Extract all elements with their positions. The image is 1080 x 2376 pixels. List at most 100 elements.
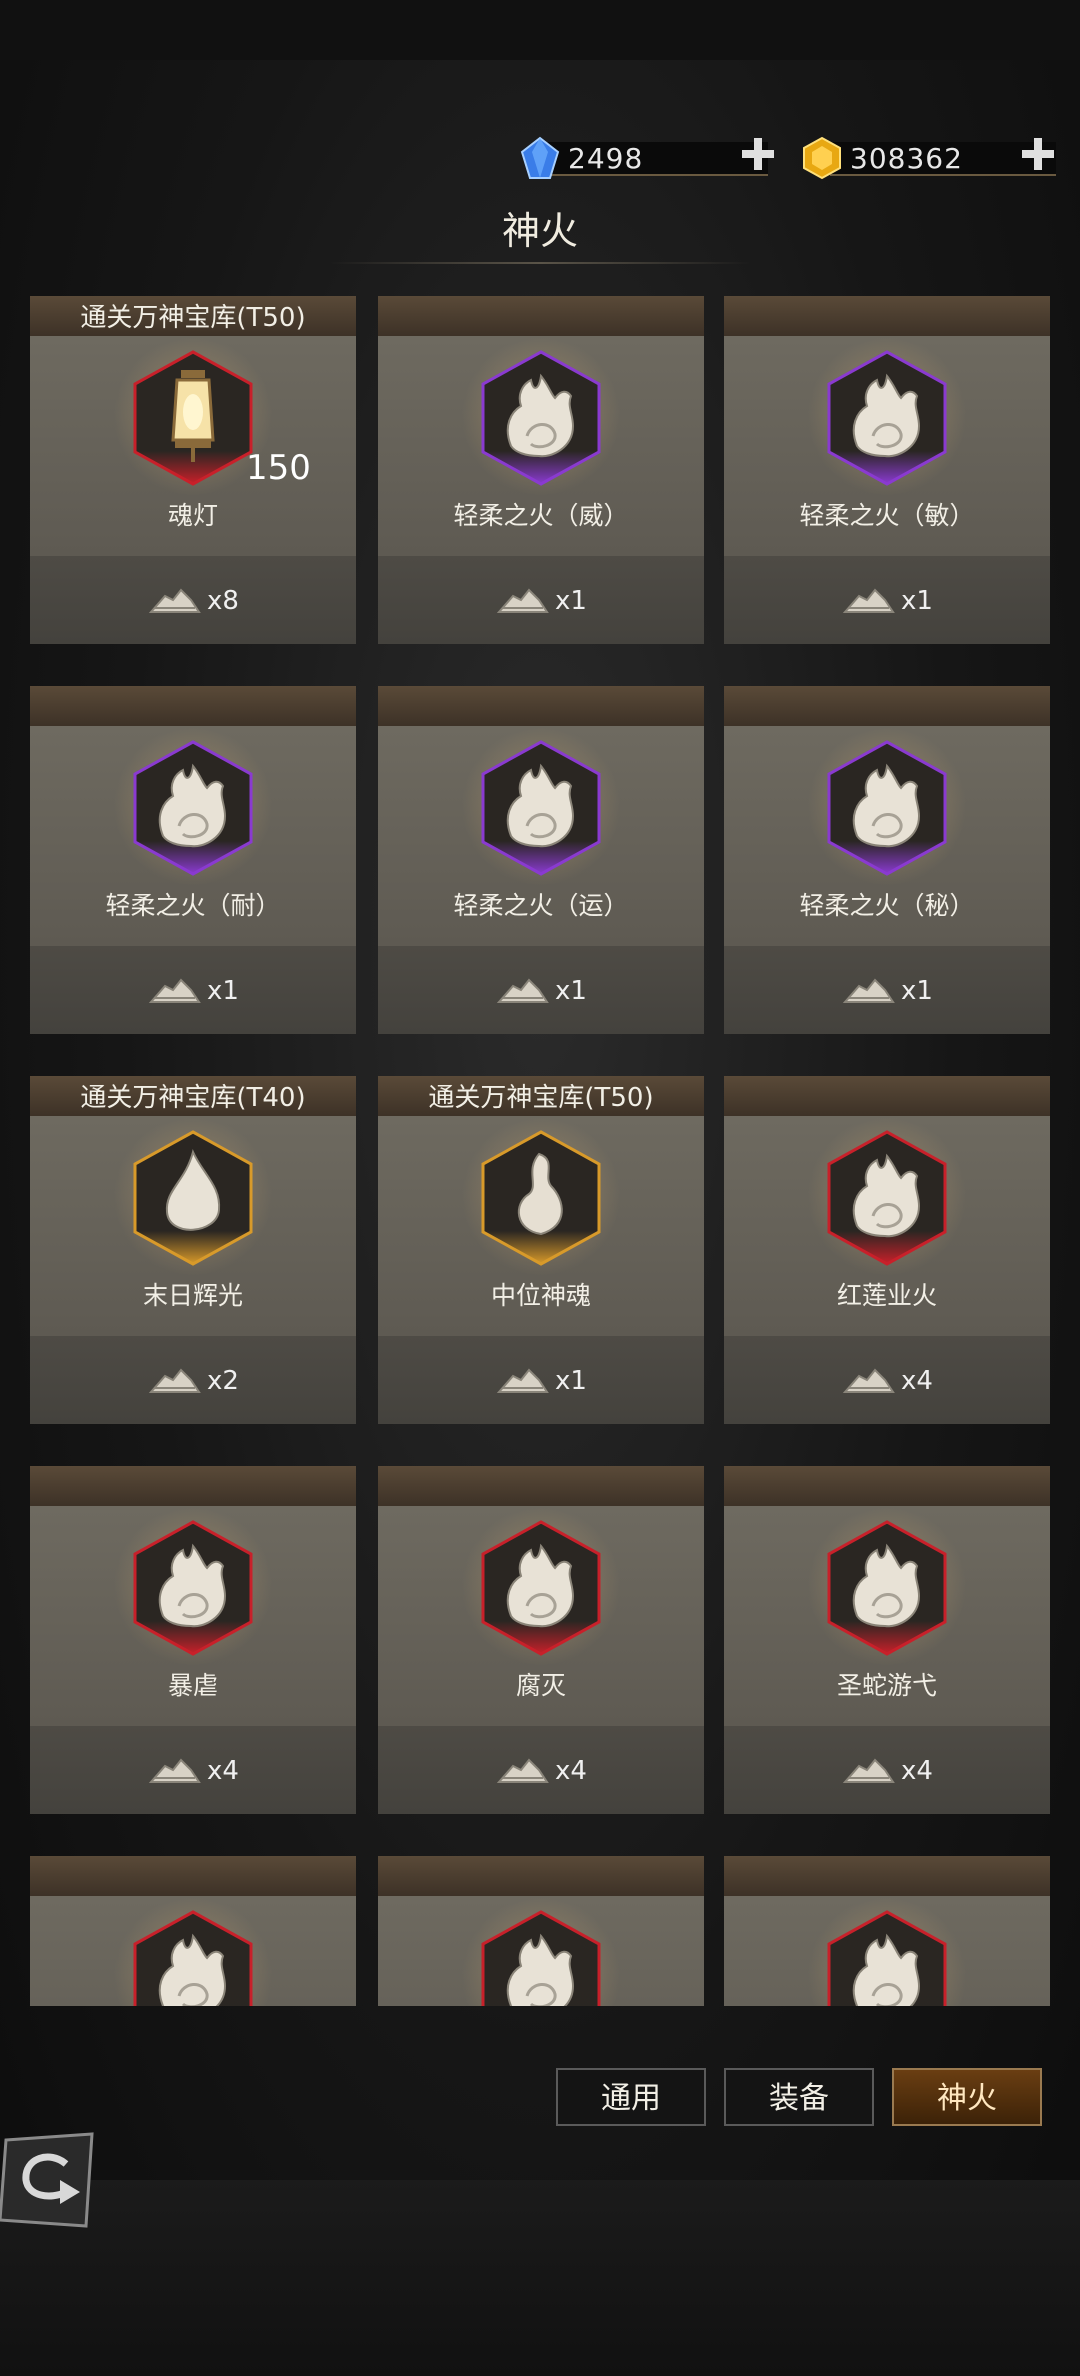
crystal-pile-icon (148, 978, 201, 1003)
unlock-requirement-label (30, 686, 356, 730)
unlock-requirement-label (724, 1856, 1050, 1900)
item-name: 轻柔之火（威） (453, 501, 629, 530)
shop-item-card[interactable]: 圣蛇游弋 x4 (724, 1466, 1050, 1814)
unlock-requirement-label (378, 1466, 704, 1510)
diamond-amount: 2498 (568, 141, 644, 175)
item-name: 魂灯 (167, 501, 218, 530)
cost-amount: x2 (207, 1366, 239, 1396)
cost-amount: x1 (555, 1366, 587, 1396)
cost-amount: x1 (555, 586, 587, 616)
item-name: 末日辉光 (142, 1281, 243, 1310)
back-arrow-icon[interactable] (0, 2130, 96, 2230)
unlock-requirement-label: 通关万神宝库(T40) (30, 1076, 356, 1120)
item-cost: x4 (724, 1756, 1050, 1786)
flame-icon (827, 350, 947, 486)
item-cost: x4 (30, 1756, 356, 1786)
page-title: 神火 (501, 209, 578, 253)
shop-item-card[interactable]: 轻柔之火（威） x1 (378, 296, 704, 644)
crystal-pile-icon (148, 1758, 201, 1783)
item-cost: x1 (378, 586, 704, 616)
unlock-requirement-label (724, 1466, 1050, 1510)
flame-icon (481, 1910, 601, 2006)
item-name: 轻柔之火（秘） (799, 891, 975, 920)
shop-item-card[interactable]: 通关万神宝库(T40) 末日辉光 x2 (30, 1076, 356, 1424)
item-cost: x1 (724, 976, 1050, 1006)
cost-amount: x8 (207, 586, 239, 616)
cost-amount: x4 (555, 1756, 587, 1786)
unlock-requirement-label: 通关万神宝库(T50) (378, 1076, 704, 1120)
gold-amount: 308362 (850, 141, 963, 175)
shop-item-card[interactable]: 轻柔之火（秘） x1 (724, 686, 1050, 1034)
crystal-pile-icon (496, 978, 549, 1003)
item-cost: x4 (724, 1366, 1050, 1396)
bottom-bar (0, 2180, 1080, 2376)
flame-icon (133, 740, 253, 876)
status-bar (0, 0, 1080, 60)
unlock-requirement-label (378, 686, 704, 730)
flame-icon (481, 740, 601, 876)
unlock-requirement-label (724, 1076, 1050, 1120)
flame-icon (481, 1520, 601, 1656)
cost-amount: x4 (901, 1366, 933, 1396)
shop-item-card[interactable] (724, 1856, 1050, 2006)
blue-diamond-icon (520, 136, 560, 179)
item-name: 暴虐 (167, 1671, 218, 1700)
item-cost: x4 (378, 1756, 704, 1786)
flame-icon (827, 1520, 947, 1656)
item-name: 中位神魂 (490, 1281, 591, 1310)
soul-icon (481, 1130, 601, 1266)
ember-icon (133, 1130, 253, 1266)
crystal-pile-icon (496, 588, 549, 613)
item-cost: x2 (30, 1366, 356, 1396)
tab-general[interactable]: 通用 (556, 2068, 706, 2126)
unlock-requirement-label (30, 1466, 356, 1510)
gold-currency: 308362 (800, 136, 1056, 180)
item-name: 圣蛇游弋 (836, 1671, 937, 1700)
flame-icon (827, 1910, 947, 2006)
crystal-pile-icon (496, 1368, 549, 1393)
item-name: 腐灭 (515, 1671, 566, 1700)
shop-item-card[interactable]: 暴虐 x4 (30, 1466, 356, 1814)
unlock-requirement-label (724, 686, 1050, 730)
flame-icon (133, 1520, 253, 1656)
flame-icon (481, 350, 601, 486)
unlock-requirement-label: 通关万神宝库(T50) (30, 296, 356, 340)
crystal-pile-icon (842, 1368, 895, 1393)
shop-item-card[interactable]: 红莲业火 x4 (724, 1076, 1050, 1424)
tab-divine-fire[interactable]: 神火 (892, 2068, 1042, 2126)
shop-item-card[interactable]: 通关万神宝库(T50) 魂灯 150 x8 (30, 296, 356, 644)
gold-gem-icon (803, 136, 841, 180)
tab-equipment[interactable]: 装备 (724, 2068, 874, 2126)
crystal-pile-icon (842, 588, 895, 613)
flame-icon (827, 740, 947, 876)
unlock-requirement-label (378, 1856, 704, 1900)
item-cost: x1 (30, 976, 356, 1006)
shop-item-card[interactable]: 轻柔之火（敏） x1 (724, 296, 1050, 644)
cost-amount: x1 (901, 586, 933, 616)
cost-amount: x1 (901, 976, 933, 1006)
shop-item-card[interactable]: 轻柔之火（运） x1 (378, 686, 704, 1034)
shop-item-card[interactable] (378, 1856, 704, 2006)
item-name: 轻柔之火（敏） (799, 501, 975, 530)
crystal-pile-icon (842, 978, 895, 1003)
diamond-currency: 2498 (518, 136, 774, 179)
crystal-pile-icon (842, 1758, 895, 1783)
cost-amount: x4 (901, 1756, 933, 1786)
shop-item-card[interactable] (30, 1856, 356, 2006)
unlock-requirement-label (378, 296, 704, 340)
item-quantity-badge: 150 (246, 448, 311, 488)
shop-grid: 通关万神宝库(T50) 魂灯 150 x8 轻柔之火（威） x1 轻柔之火（敏） x1 轻柔之火… (30, 296, 1050, 2006)
shop-item-card[interactable]: 通关万神宝库(T50) 中位神魂 x1 (378, 1076, 704, 1424)
item-name: 轻柔之火（耐） (105, 891, 281, 920)
crystal-pile-icon (496, 1758, 549, 1783)
lantern-icon (133, 350, 253, 486)
flame-icon (827, 1130, 947, 1266)
item-name: 轻柔之火（运） (453, 891, 629, 920)
unlock-requirement-label (724, 296, 1050, 340)
flame-icon (133, 1910, 253, 2006)
add-gold-button[interactable] (1020, 136, 1056, 172)
add-diamond-button[interactable] (740, 136, 776, 172)
cost-amount: x4 (207, 1756, 239, 1786)
shop-item-card[interactable]: 腐灭 x4 (378, 1466, 704, 1814)
shop-item-card[interactable]: 轻柔之火（耐） x1 (30, 686, 356, 1034)
